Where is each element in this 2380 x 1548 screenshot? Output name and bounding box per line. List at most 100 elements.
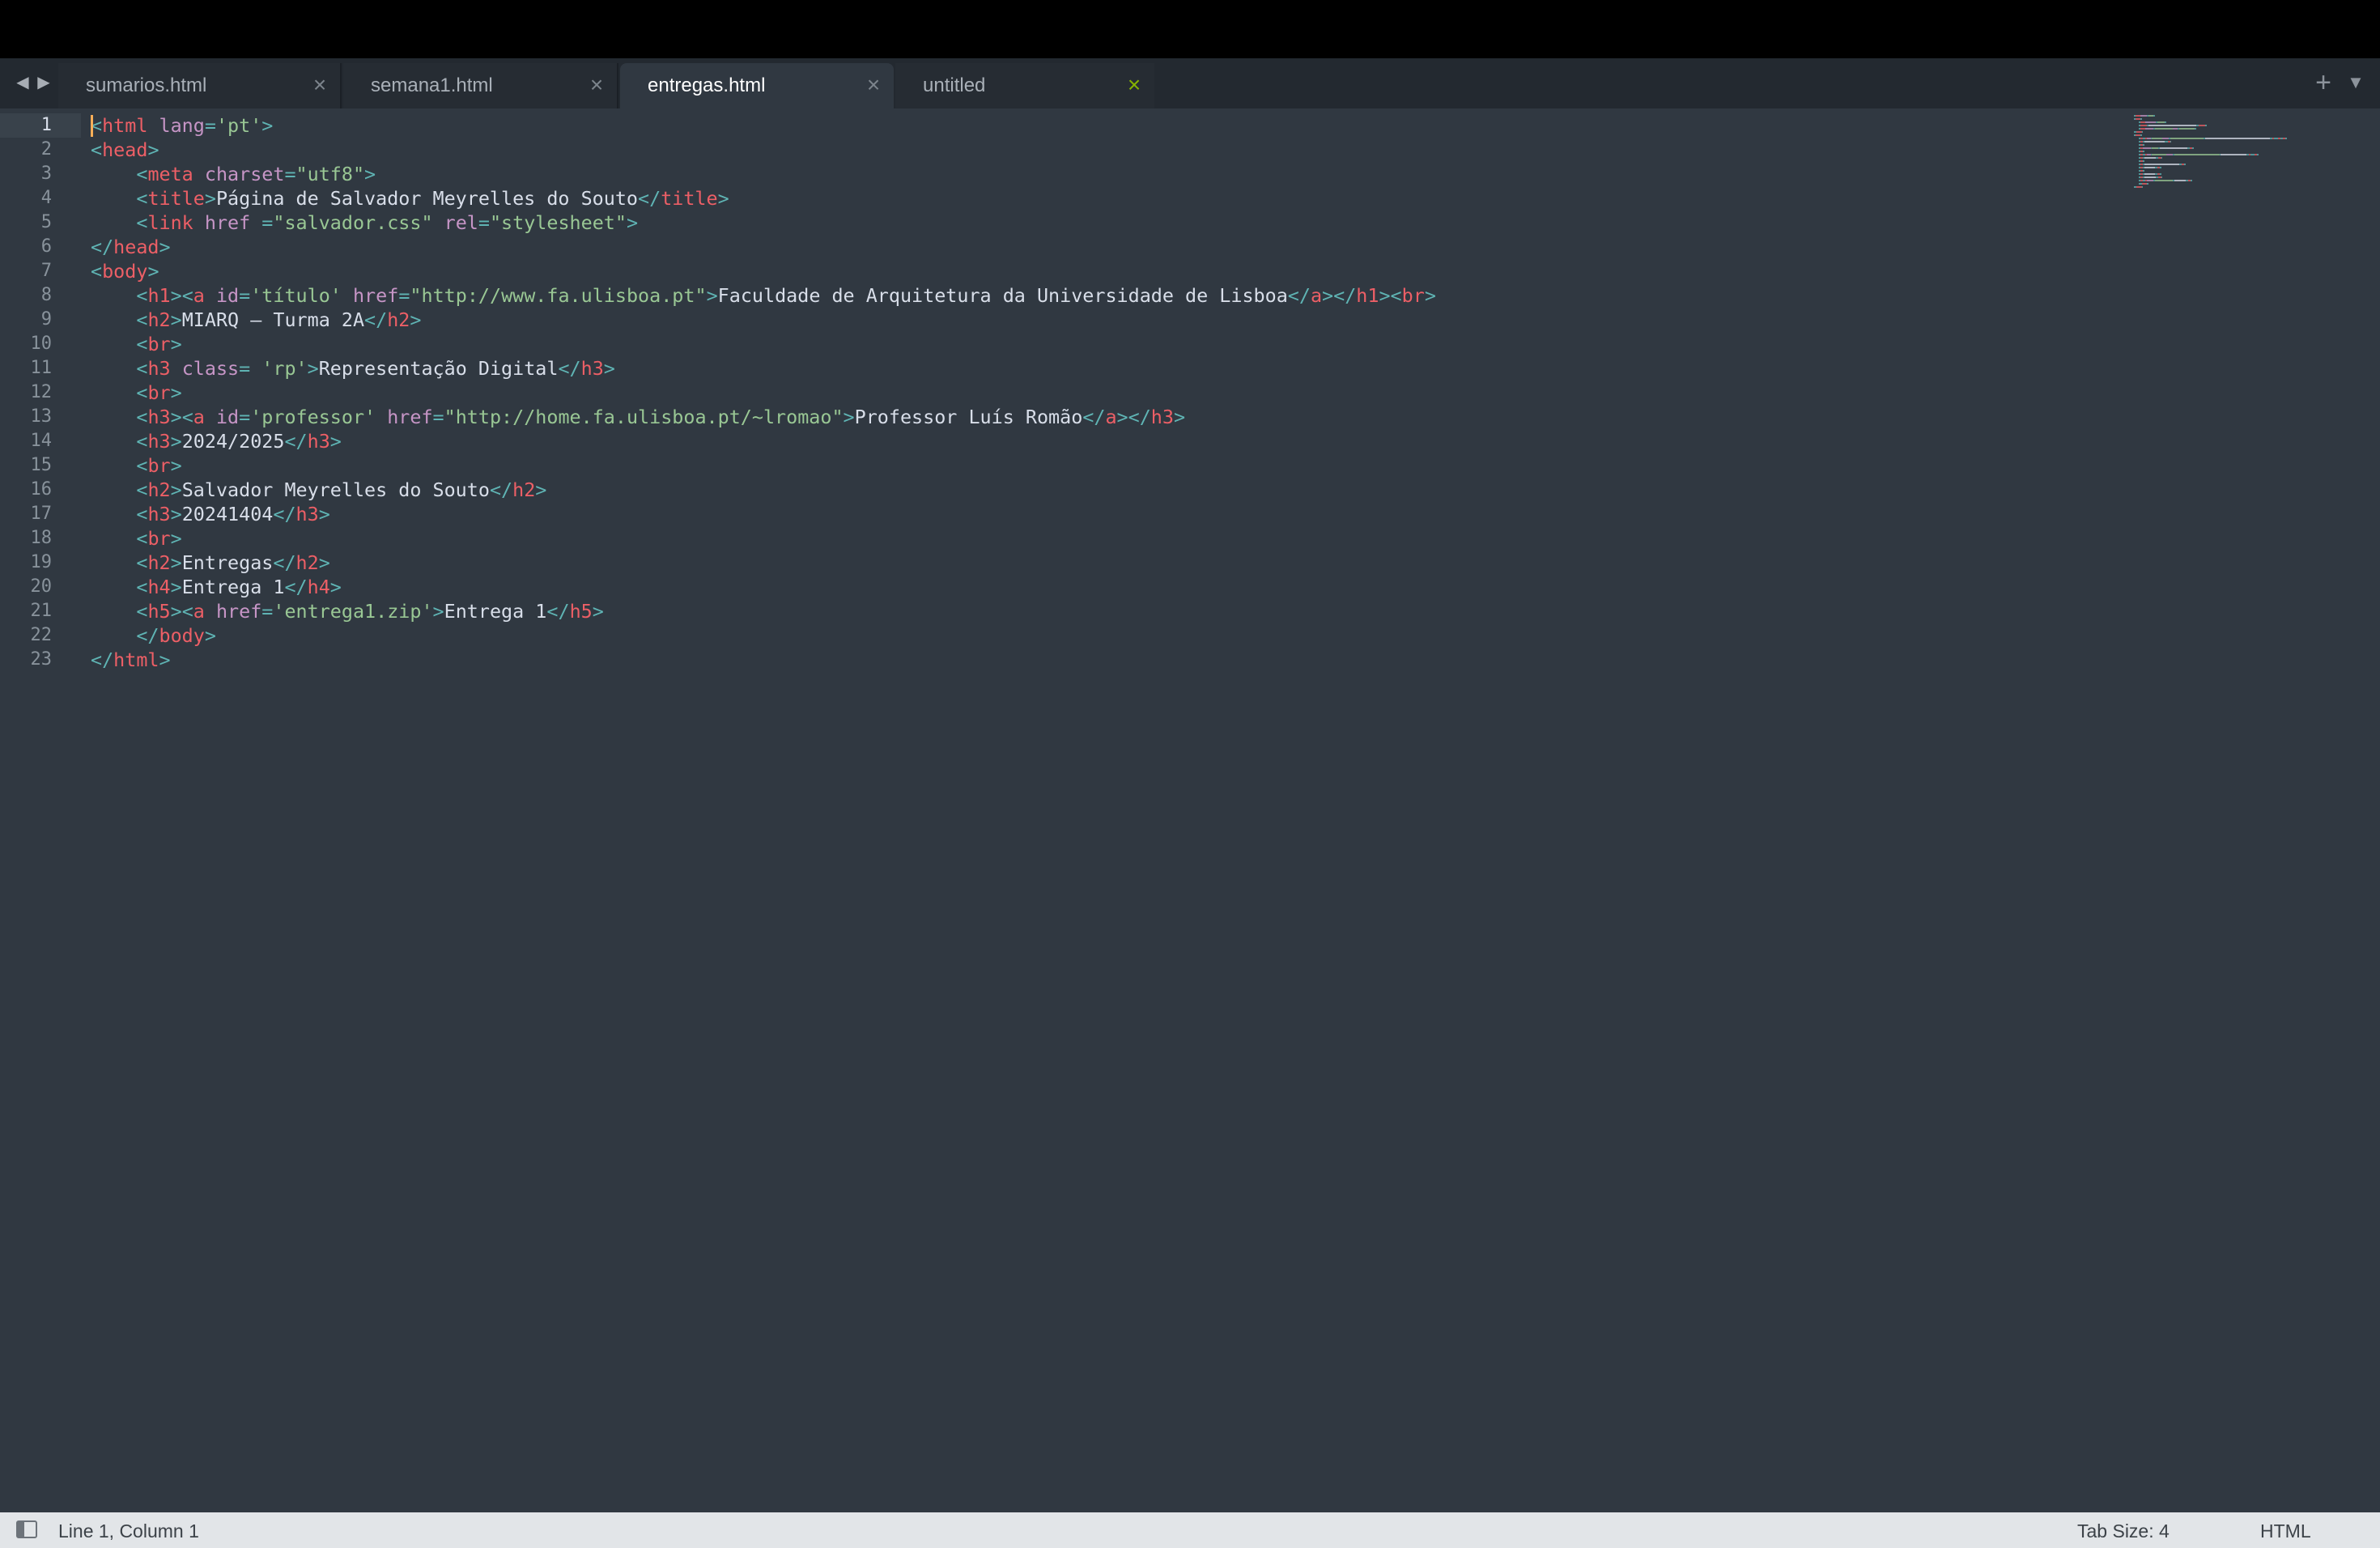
code-token: h3 <box>147 406 171 428</box>
code-line[interactable]: <h3 class= 'rp'>Representação Digital</h… <box>91 356 1436 381</box>
tab-size-indicator[interactable]: Tab Size: 4 <box>2077 1520 2170 1542</box>
code-token: < <box>136 211 148 234</box>
code-line[interactable]: <h2>MIARQ – Turma 2A</h2> <box>91 308 1436 332</box>
code-token: < <box>136 430 148 453</box>
close-icon[interactable]: × <box>1124 73 1145 97</box>
code-line[interactable]: </html> <box>91 648 1436 672</box>
code-token: < <box>136 454 148 477</box>
minimap-segment <box>2170 138 2204 139</box>
line-number: 19 <box>30 552 53 572</box>
code-token: = <box>284 163 296 185</box>
code-token: > <box>535 478 547 501</box>
plus-icon[interactable]: + <box>2309 66 2338 99</box>
tab-semana1[interactable]: semana1.html × <box>343 63 618 108</box>
code-line[interactable]: <h3>20241404</h3> <box>91 502 1436 526</box>
code-token: h5 <box>569 600 593 623</box>
code-token: h3 <box>1150 406 1174 428</box>
code-token: >< <box>1379 284 1402 307</box>
code-line[interactable]: <h1><a id='título' href="http://www.fa.u… <box>91 283 1436 308</box>
close-icon[interactable]: × <box>309 73 330 97</box>
minimap[interactable] <box>2134 115 2328 212</box>
line-number: 10 <box>30 334 53 354</box>
line-number: 12 <box>30 382 53 402</box>
code-token: h2 <box>295 551 319 574</box>
code-line[interactable]: </head> <box>91 235 1436 259</box>
code-line[interactable]: <title>Página de Salvador Meyrelles do S… <box>91 186 1436 211</box>
code-line[interactable]: <link href ="salvador.css" rel="styleshe… <box>91 211 1436 235</box>
cursor-position[interactable]: Line 1, Column 1 <box>58 1520 199 1542</box>
line-number: 18 <box>30 528 53 548</box>
code-token: a <box>1310 284 1323 307</box>
code-line[interactable]: <h2>Entregas</h2> <box>91 551 1436 575</box>
code-token: 2024/2025 <box>181 430 285 453</box>
minimap-segment <box>2147 180 2153 181</box>
code-token: "stylesheet" <box>489 211 627 234</box>
minimap-segment <box>2143 144 2144 146</box>
code-token: > <box>170 478 182 501</box>
code-line[interactable]: <meta charset="utf8"> <box>91 162 1436 186</box>
minimap-segment <box>2145 121 2157 123</box>
code-line[interactable]: <head> <box>91 138 1436 162</box>
minimap-segment <box>2174 180 2186 181</box>
tab-sumarios[interactable]: sumarios.html × <box>58 63 342 108</box>
code-line[interactable]: <br> <box>91 453 1436 478</box>
syntax-indicator[interactable]: HTML <box>2260 1520 2311 1542</box>
code-line[interactable]: <h2>Salvador Meyrelles do Souto</h2> <box>91 478 1436 502</box>
code-line[interactable]: <br> <box>91 526 1436 551</box>
minimap-segment <box>2170 141 2172 142</box>
code-token: = <box>261 600 274 623</box>
close-icon[interactable]: × <box>863 73 884 97</box>
minimap-segment <box>2285 138 2287 139</box>
code-token: < <box>136 187 148 210</box>
code-token: = <box>239 284 251 307</box>
code-token: h3 <box>580 357 604 380</box>
tab-entregas[interactable]: entregas.html × <box>620 63 894 108</box>
code-token: > <box>364 163 376 185</box>
code-line[interactable]: <body> <box>91 259 1436 283</box>
code-token: Faculdade de Arquitetura da Universidade… <box>717 284 1288 307</box>
code-token: </ <box>284 430 308 453</box>
code-line[interactable]: <br> <box>91 332 1436 356</box>
minimap-segment <box>2144 176 2157 178</box>
code-line[interactable]: <h4>Entrega 1</h4> <box>91 575 1436 599</box>
code-token: > <box>603 357 615 380</box>
back-arrow-icon[interactable]: ◀ <box>13 73 32 92</box>
code-token: > <box>318 503 330 525</box>
tab-untitled[interactable]: untitled × <box>895 63 1154 108</box>
code-line[interactable]: </body> <box>91 623 1436 648</box>
minimap-segment <box>2144 173 2155 175</box>
code-token: > <box>318 551 330 574</box>
code-token: h5 <box>147 600 171 623</box>
code-line[interactable]: <h5><a href='entrega1.zip'>Entrega 1</h5… <box>91 599 1436 623</box>
tab-label: sumarios.html <box>86 74 207 96</box>
code-token: h2 <box>147 478 171 501</box>
code-token: < <box>136 357 148 380</box>
minimap-segment <box>2141 131 2144 133</box>
code-line[interactable]: <h3>2024/2025</h3> <box>91 429 1436 453</box>
forward-arrow-icon[interactable]: ▶ <box>34 73 53 92</box>
code-token: a <box>193 600 205 623</box>
code-token: ></ <box>1116 406 1151 428</box>
minimap-segment <box>2144 157 2157 159</box>
code-token: h2 <box>512 478 536 501</box>
code-token: < <box>136 600 148 623</box>
code-editor[interactable]: 1 2 3 4 5 6 7 8 9 10 11 12 13 14 15 16 17 18 19 20 21 22 23 <h… <box>0 108 2380 1512</box>
code-token: < <box>136 284 148 307</box>
close-icon[interactable]: × <box>586 73 607 97</box>
code-token: href <box>204 600 262 623</box>
code-token: h1 <box>1356 284 1379 307</box>
sidebar-toggle-icon[interactable] <box>16 1520 37 1538</box>
code-line[interactable]: <br> <box>91 381 1436 405</box>
code-token: > <box>329 430 342 453</box>
code-line[interactable]: <html lang='pt'> <box>91 113 1436 138</box>
code-area[interactable]: <html lang='pt'> <head> <meta charset="ut… <box>91 113 1436 672</box>
code-token: 'pt' <box>215 114 262 137</box>
code-line[interactable]: <h3><a id='professor' href="http://home.… <box>91 405 1436 429</box>
chevron-down-icon[interactable]: ▼ <box>2341 66 2370 99</box>
minimap-segment <box>2140 125 2147 126</box>
